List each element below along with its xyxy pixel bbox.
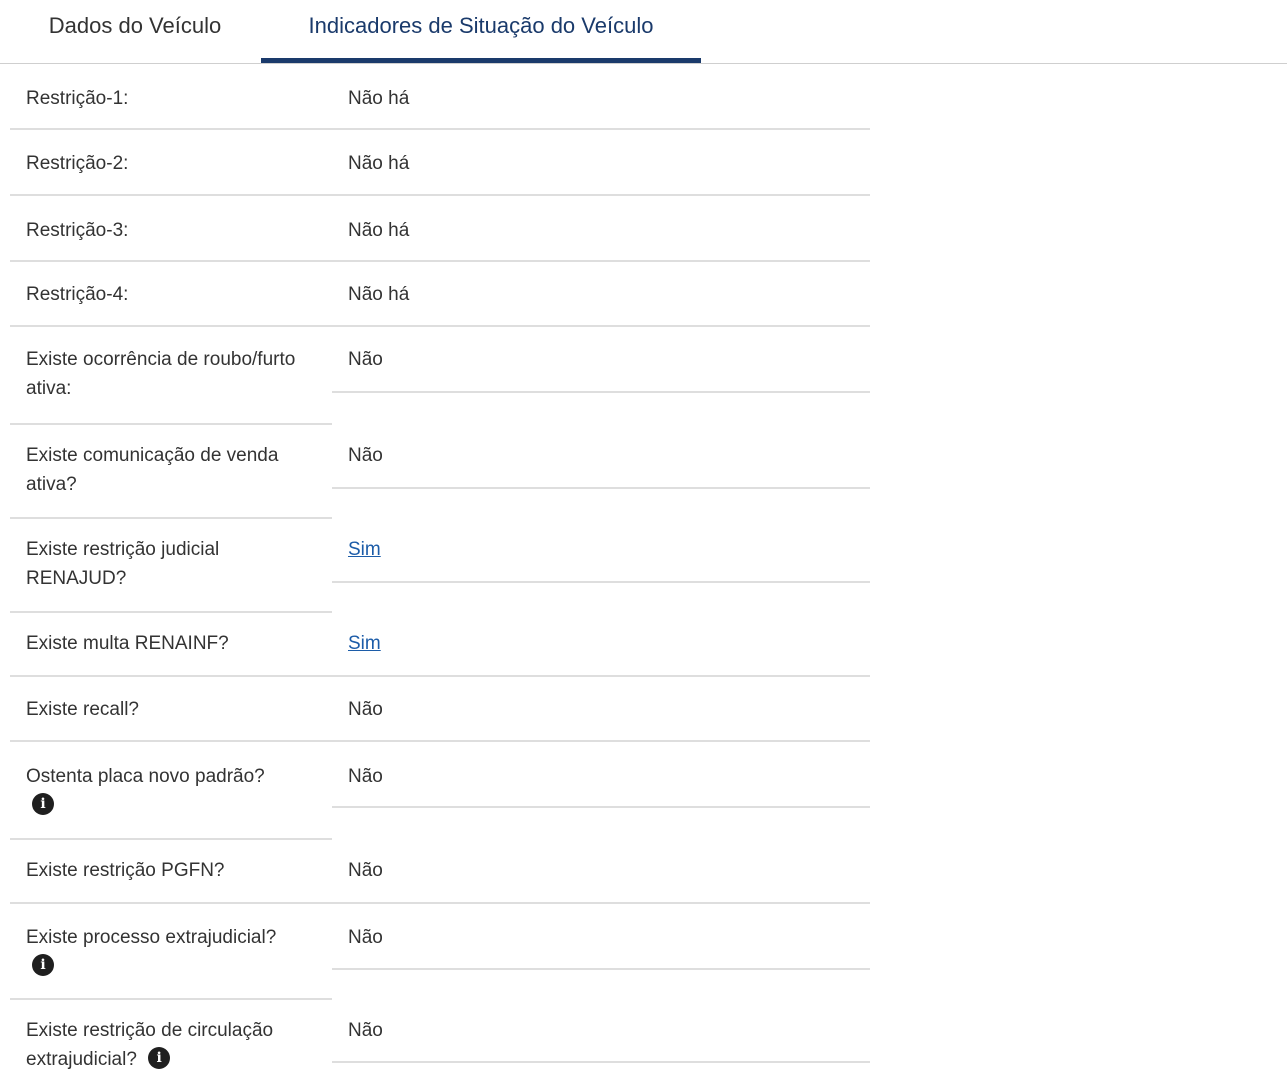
row-label: Existe comunicação de venda ativa? — [26, 445, 279, 495]
row-value: Não — [348, 927, 383, 948]
row-value: Não — [348, 860, 383, 881]
row-value: Não — [348, 699, 383, 720]
row-value: Não há — [348, 220, 410, 241]
row-label: Existe recall? — [26, 699, 139, 720]
row-restricao-1: Restrição-1: Não há — [10, 64, 870, 130]
row-restricao-circulacao: Existe restrição de circulação extrajudi… — [10, 998, 870, 1088]
tab-dados-do-veiculo[interactable]: Dados do Veículo — [10, 0, 260, 64]
row-label-text: Ostenta placa novo padrão? — [26, 766, 265, 787]
row-label: Existe multa RENAINF? — [26, 633, 229, 654]
value-divider — [332, 581, 870, 583]
row-renainf: Existe multa RENAINF? Sim — [10, 611, 870, 677]
row-restricao-4: Restrição-4: Não há — [10, 262, 870, 327]
row-processo-extrajudicial: Existe processo extrajudicial? i Não — [10, 904, 870, 1000]
info-icon[interactable]: i — [32, 793, 54, 816]
row-value: Não — [348, 445, 383, 466]
row-label: Existe ocorrência de roubo/furto ativa: — [26, 349, 296, 399]
info-icon[interactable]: i — [32, 954, 54, 977]
value-divider — [332, 968, 870, 970]
value-divider — [332, 487, 870, 489]
row-value: Não — [348, 349, 383, 370]
value-divider — [332, 391, 870, 393]
row-label-text: Existe processo extrajudicial? — [26, 927, 277, 948]
tab-indicadores-label: Indicadores de Situação do Veículo — [308, 13, 654, 38]
row-recall: Existe recall? Não — [10, 677, 870, 742]
tab-indicadores-situacao[interactable]: Indicadores de Situação do Veículo — [261, 0, 701, 64]
row-label: Restrição-2: — [26, 153, 129, 174]
row-restricao-2: Restrição-2: Não há — [10, 130, 870, 196]
row-value: Não há — [348, 88, 410, 109]
row-value: Não há — [348, 153, 410, 174]
row-renajud: Existe restrição judicial RENAJUD? Sim — [10, 517, 870, 613]
row-label: Restrição-3: — [26, 220, 129, 241]
row-value: Não — [348, 766, 383, 787]
row-label: Existe restrição judicial RENAJUD? — [26, 539, 220, 589]
row-label: Existe processo extrajudicial? i — [26, 923, 311, 981]
row-value: Não — [348, 1020, 383, 1041]
row-label: Restrição-4: — [26, 284, 129, 305]
row-value: Sim — [348, 535, 381, 564]
row-label: Existe restrição PGFN? — [26, 860, 225, 881]
indicator-list: Restrição-1: Não há Restrição-2: Não há … — [10, 64, 870, 1088]
value-divider — [332, 1061, 870, 1063]
tab-bar: Dados do Veículo Indicadores de Situação… — [0, 0, 1287, 64]
row-label: Existe restrição de circulação extrajudi… — [26, 1016, 311, 1074]
row-roubo-furto: Existe ocorrência de roubo/furto ativa: … — [10, 327, 870, 425]
row-label: Ostenta placa novo padrão? i — [26, 762, 311, 820]
value-divider — [332, 806, 870, 808]
row-placa-novo-padrao: Ostenta placa novo padrão? i Não — [10, 742, 870, 840]
row-comunicacao-venda: Existe comunicação de venda ativa? Não — [10, 423, 870, 519]
info-icon[interactable]: i — [148, 1047, 171, 1070]
row-label: Restrição-1: — [26, 88, 129, 109]
row-value: Não há — [348, 284, 410, 305]
renajud-sim-link[interactable]: Sim — [348, 539, 381, 560]
row-pgfn: Existe restrição PGFN? Não — [10, 838, 870, 904]
row-restricao-3: Restrição-3: Não há — [10, 196, 870, 262]
renainf-sim-link[interactable]: Sim — [348, 633, 381, 654]
row-value: Sim — [348, 629, 381, 658]
